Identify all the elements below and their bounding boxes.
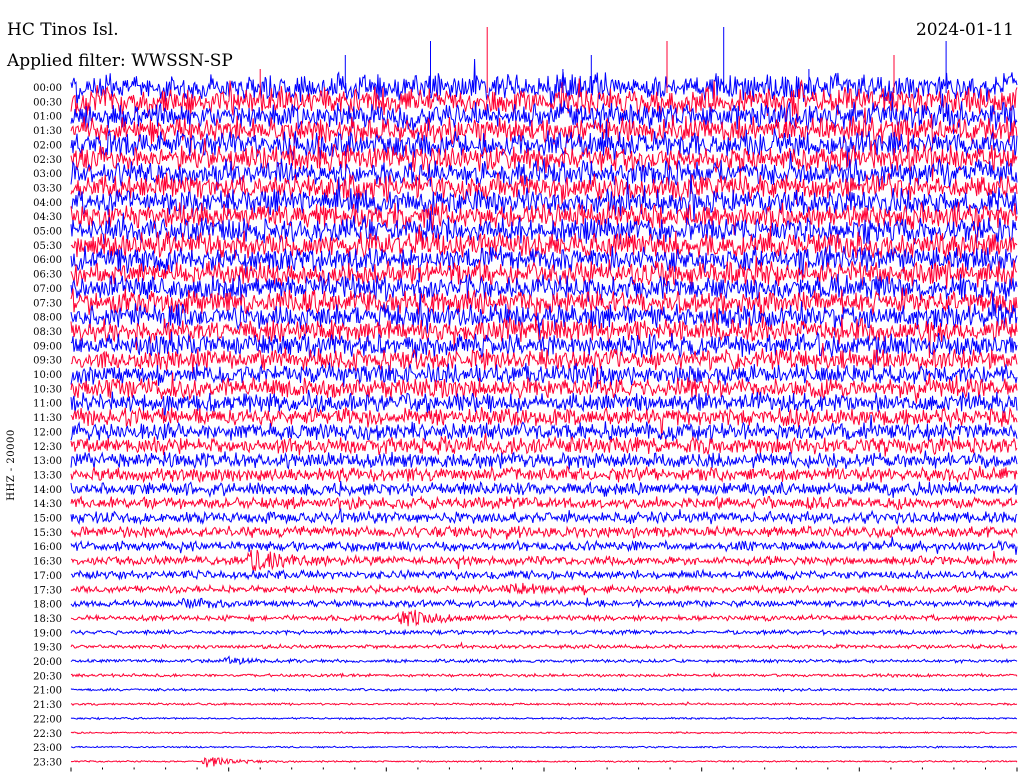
row-label: 05:00 bbox=[33, 227, 62, 238]
row-label: 06:30 bbox=[33, 270, 62, 281]
row-label: 02:00 bbox=[33, 140, 62, 151]
row-label: 12:00 bbox=[33, 427, 62, 438]
row-label: 01:30 bbox=[33, 126, 62, 137]
trace-row bbox=[70, 582, 1018, 596]
row-label: 12:30 bbox=[33, 442, 62, 453]
trace-row bbox=[70, 465, 1018, 484]
row-label: 19:00 bbox=[33, 628, 62, 639]
row-label: 01:00 bbox=[33, 112, 62, 123]
row-label: 20:00 bbox=[33, 657, 62, 668]
row-label: 11:30 bbox=[33, 413, 62, 424]
seismogram-plot: 00:00 00:30 01:00 01:30 02:00 02:30 03:00 03:30… bbox=[6, 27, 1018, 772]
row-label: 15:00 bbox=[33, 514, 62, 525]
row-label: 22:30 bbox=[33, 729, 62, 740]
row-label: 14:30 bbox=[33, 499, 62, 510]
trace-row bbox=[70, 655, 1018, 666]
row-label: 22:00 bbox=[33, 714, 62, 725]
row-label: 13:00 bbox=[33, 456, 62, 467]
time-labels: 00:00 00:30 01:00 01:30 02:00 02:30 03:00 03:30… bbox=[33, 83, 62, 768]
trace-row bbox=[70, 524, 1018, 540]
trace-row bbox=[70, 745, 1018, 749]
trace-row bbox=[70, 641, 1018, 651]
trace-row bbox=[70, 549, 1018, 572]
row-label: 11:00 bbox=[33, 399, 62, 410]
row-label: 16:00 bbox=[33, 542, 62, 553]
row-label: 02:30 bbox=[33, 155, 62, 166]
trace-row bbox=[70, 536, 1018, 555]
row-label: 10:30 bbox=[33, 384, 62, 395]
trace-row bbox=[70, 716, 1018, 721]
row-label: 17:00 bbox=[33, 571, 62, 582]
trace-row bbox=[70, 597, 1018, 609]
channel-label: HHZ - 20000 bbox=[6, 429, 17, 500]
row-label: 00:00 bbox=[33, 83, 62, 94]
row-label: 14:00 bbox=[33, 485, 62, 496]
row-label: 10:00 bbox=[33, 370, 62, 381]
trace-row bbox=[70, 450, 1018, 470]
trace-row bbox=[70, 687, 1018, 693]
row-label: 04:30 bbox=[33, 212, 62, 223]
row-label: 15:30 bbox=[33, 528, 62, 539]
row-label: 21:00 bbox=[33, 686, 62, 697]
row-label: 21:30 bbox=[33, 700, 62, 711]
row-label: 08:00 bbox=[33, 313, 62, 324]
row-label: 17:30 bbox=[33, 585, 62, 596]
time-axis-ticks bbox=[70, 767, 1018, 772]
row-label: 16:30 bbox=[33, 557, 62, 568]
trace-row bbox=[70, 701, 1017, 707]
row-label: 18:30 bbox=[33, 614, 62, 625]
row-label: 23:30 bbox=[33, 757, 62, 768]
trace-row bbox=[70, 671, 1018, 679]
trace-row bbox=[70, 362, 1018, 389]
trace-row bbox=[70, 480, 1018, 499]
row-label: 23:00 bbox=[33, 743, 62, 754]
trace-row bbox=[70, 507, 1018, 526]
trace-row bbox=[70, 495, 1018, 511]
row-label: 00:30 bbox=[33, 97, 62, 108]
trace-row bbox=[70, 627, 1018, 637]
row-label: 07:30 bbox=[33, 298, 62, 309]
row-label: 05:30 bbox=[33, 241, 62, 252]
row-label: 19:30 bbox=[33, 643, 62, 654]
row-label: 18:00 bbox=[33, 600, 62, 611]
trace-row bbox=[70, 756, 1018, 768]
seismogram-traces bbox=[70, 27, 1018, 768]
trace-row bbox=[70, 568, 1018, 582]
trace-row bbox=[70, 730, 1018, 735]
row-label: 06:00 bbox=[33, 255, 62, 266]
row-label: 08:30 bbox=[33, 327, 62, 338]
trace-row bbox=[70, 609, 1018, 627]
row-label: 09:30 bbox=[33, 356, 62, 367]
row-label: 20:30 bbox=[33, 671, 62, 682]
row-label: 09:00 bbox=[33, 341, 62, 352]
trace-row bbox=[70, 172, 1018, 205]
row-label: 03:00 bbox=[33, 169, 62, 180]
row-label: 04:00 bbox=[33, 198, 62, 209]
row-label: 13:30 bbox=[33, 470, 62, 481]
row-label: 03:30 bbox=[33, 183, 62, 194]
row-label: 07:00 bbox=[33, 284, 62, 295]
